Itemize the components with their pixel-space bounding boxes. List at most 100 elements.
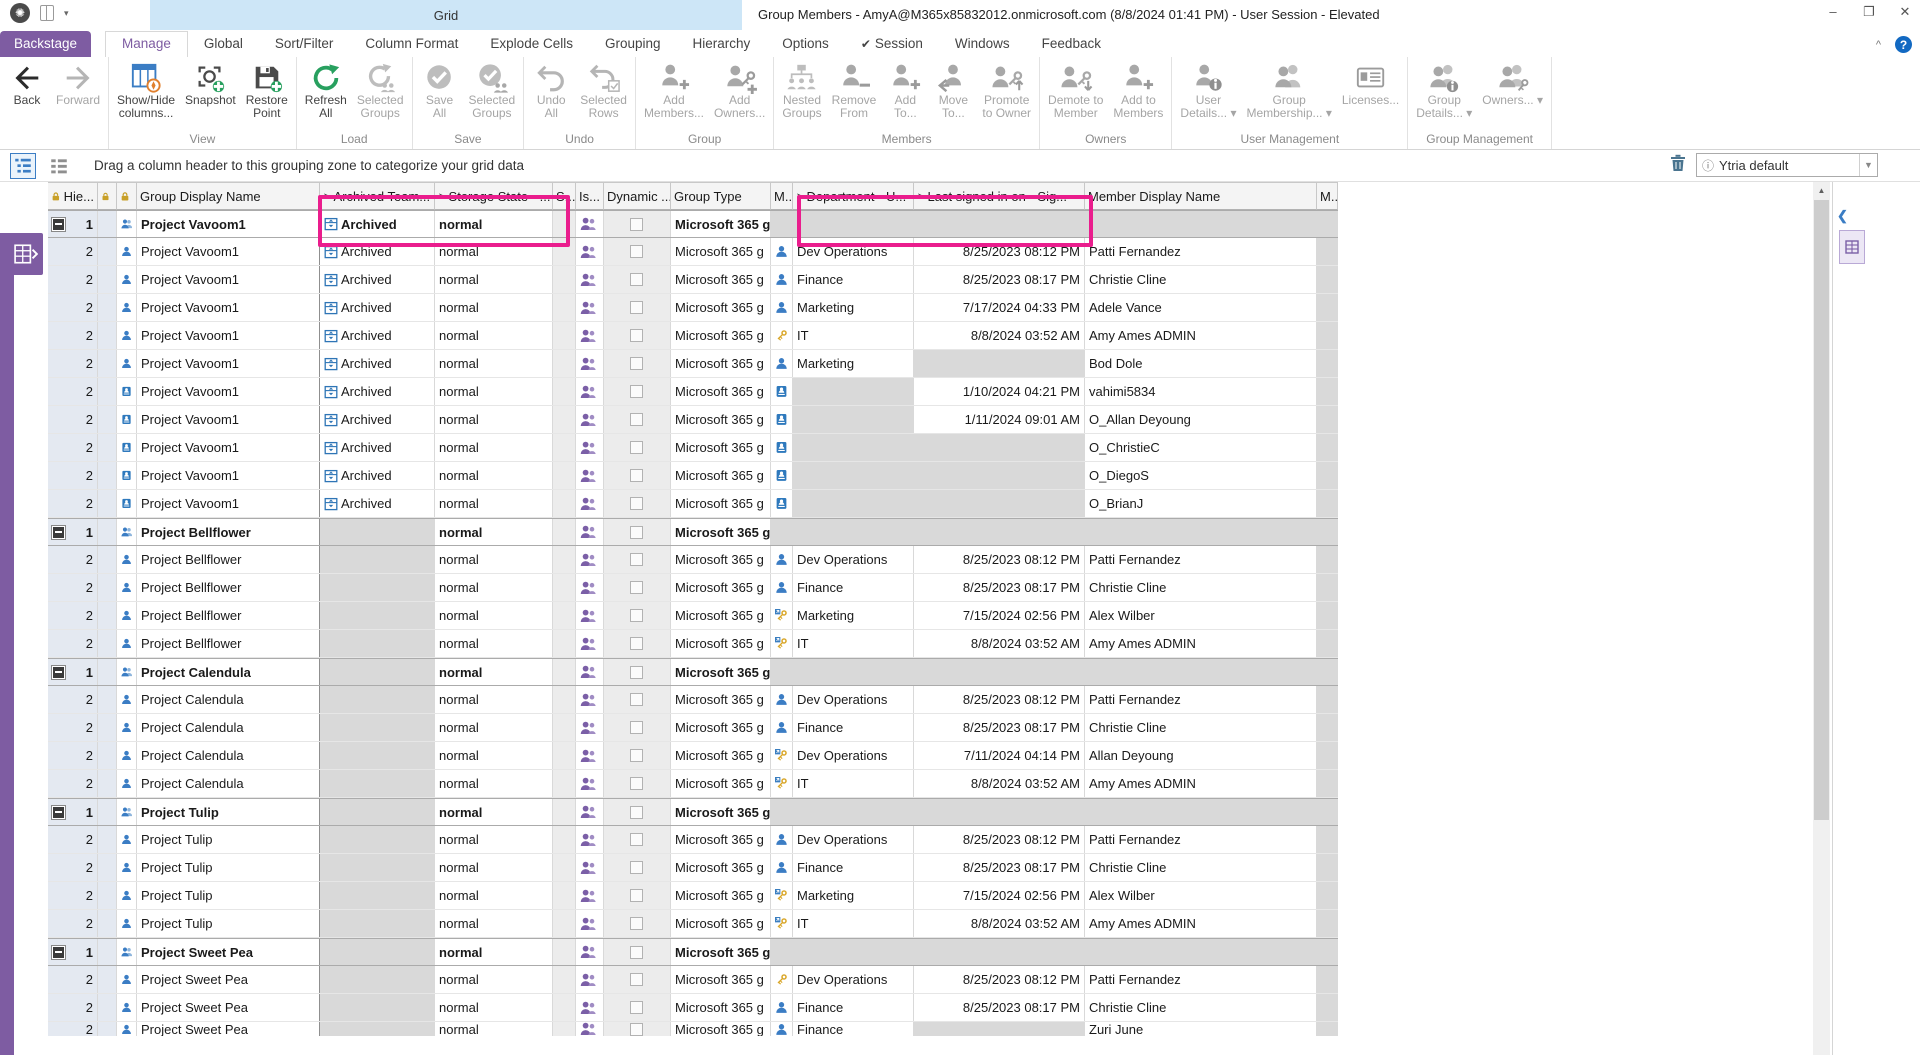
cell-m2[interactable] bbox=[1317, 826, 1338, 853]
collapse-minus-icon[interactable] bbox=[52, 946, 65, 959]
cell-icon[interactable] bbox=[117, 574, 137, 601]
cell-is[interactable] bbox=[576, 826, 604, 853]
cell-dept[interactable] bbox=[793, 939, 914, 965]
cell-dynamic[interactable] bbox=[604, 378, 671, 405]
cell-storage[interactable]: normal bbox=[435, 322, 553, 349]
member-row[interactable]: 2Project Sweet PeanormalMicrosoft 365 gD… bbox=[48, 966, 1338, 994]
cell-dynamic[interactable] bbox=[604, 939, 671, 965]
dynamic-checkbox[interactable] bbox=[630, 273, 643, 286]
cell-s[interactable] bbox=[553, 994, 576, 1021]
dynamic-checkbox[interactable] bbox=[630, 749, 643, 762]
cell-gtype[interactable]: Microsoft 365 g bbox=[671, 322, 771, 349]
member-row[interactable]: 2Project Vavoom1ArchivednormalMicrosoft … bbox=[48, 350, 1338, 378]
cell-gtype[interactable]: Microsoft 365 g bbox=[671, 882, 771, 909]
member-row[interactable]: 2Project TulipnormalMicrosoft 365 gFinan… bbox=[48, 854, 1338, 882]
cell-lock[interactable] bbox=[98, 434, 117, 461]
cell-lock[interactable] bbox=[98, 1022, 117, 1036]
cell-member[interactable]: O_BrianJ bbox=[1085, 490, 1317, 517]
cell-storage[interactable]: normal bbox=[435, 490, 553, 517]
cell-dynamic[interactable] bbox=[604, 462, 671, 489]
cell-dept[interactable] bbox=[793, 659, 914, 685]
dynamic-checkbox[interactable] bbox=[630, 1001, 643, 1014]
dynamic-checkbox[interactable] bbox=[630, 777, 643, 790]
cell-archived[interactable] bbox=[320, 939, 435, 965]
cell-icon[interactable] bbox=[117, 882, 137, 909]
licenses-button[interactable]: Licenses... bbox=[1337, 59, 1404, 108]
cell-is[interactable] bbox=[576, 854, 604, 881]
cell-is[interactable] bbox=[576, 490, 604, 517]
cell-icon[interactable] bbox=[117, 659, 137, 685]
cell-s[interactable] bbox=[553, 742, 576, 769]
column-header-archived[interactable]: ➤Archived Team... bbox=[320, 183, 435, 210]
cell-archived[interactable] bbox=[320, 546, 435, 573]
cell-dynamic[interactable] bbox=[604, 434, 671, 461]
cell-lock[interactable] bbox=[98, 994, 117, 1021]
cell-is[interactable] bbox=[576, 630, 604, 657]
cell-hie[interactable]: 2 bbox=[48, 350, 98, 377]
cell-is[interactable] bbox=[576, 882, 604, 909]
scroll-down-icon[interactable]: ▼ bbox=[1813, 1050, 1830, 1055]
cell-hie[interactable]: 2 bbox=[48, 322, 98, 349]
cell-lock[interactable] bbox=[98, 266, 117, 293]
cell-signed[interactable]: 7/15/2024 02:56 PM bbox=[914, 882, 1085, 909]
tab-windows[interactable]: Windows bbox=[939, 32, 1026, 57]
cell-lock[interactable] bbox=[98, 519, 117, 545]
cell-is[interactable] bbox=[576, 238, 604, 265]
cell-m1[interactable] bbox=[771, 490, 793, 517]
member-row[interactable]: 2Project Vavoom1ArchivednormalMicrosoft … bbox=[48, 490, 1338, 518]
cell-archived[interactable]: Archived bbox=[320, 406, 435, 433]
tab-backstage[interactable]: Backstage bbox=[0, 31, 91, 57]
cell-name[interactable]: Project Tulip bbox=[137, 882, 320, 909]
cell-storage[interactable]: normal bbox=[435, 742, 553, 769]
dynamic-checkbox[interactable] bbox=[630, 666, 643, 679]
member-row[interactable]: 2Project TulipnormalMicrosoft 365 gMarke… bbox=[48, 882, 1338, 910]
cell-m1[interactable] bbox=[771, 462, 793, 489]
cell-is[interactable] bbox=[576, 1022, 604, 1036]
undo-all-button[interactable]: UndoAll bbox=[527, 59, 575, 121]
demote-to-member-button[interactable]: Demote toMember bbox=[1043, 59, 1108, 121]
cell-archived[interactable] bbox=[320, 826, 435, 853]
cell-archived[interactable]: Archived bbox=[320, 238, 435, 265]
cell-is[interactable] bbox=[576, 574, 604, 601]
refresh-all-button[interactable]: RefreshAll bbox=[300, 59, 352, 121]
cell-name[interactable]: Project Vavoom1 bbox=[137, 378, 320, 405]
cell-signed[interactable]: 8/25/2023 08:12 PM bbox=[914, 546, 1085, 573]
grid-manager-icon[interactable] bbox=[9, 233, 43, 275]
cell-dept[interactable]: Finance bbox=[793, 854, 914, 881]
cell-m2[interactable] bbox=[1317, 546, 1338, 573]
cell-lock[interactable] bbox=[98, 630, 117, 657]
cell-member[interactable]: Alex Wilber bbox=[1085, 882, 1317, 909]
cell-signed[interactable] bbox=[914, 1022, 1085, 1036]
cell-m2[interactable] bbox=[1317, 266, 1338, 293]
cell-hie[interactable]: 1 bbox=[48, 519, 98, 545]
cell-lock[interactable] bbox=[98, 406, 117, 433]
member-row[interactable]: 2Project CalendulanormalMicrosoft 365 gI… bbox=[48, 770, 1338, 798]
member-row[interactable]: 2Project Vavoom1ArchivednormalMicrosoft … bbox=[48, 462, 1338, 490]
cell-icon[interactable] bbox=[117, 799, 137, 825]
cell-archived[interactable]: Archived bbox=[320, 350, 435, 377]
dynamic-checkbox[interactable] bbox=[630, 218, 643, 231]
cell-m2[interactable] bbox=[1317, 211, 1338, 237]
cell-is[interactable] bbox=[576, 714, 604, 741]
cell-lock[interactable] bbox=[98, 574, 117, 601]
cell-storage[interactable]: normal bbox=[435, 770, 553, 797]
cell-archived[interactable] bbox=[320, 1022, 435, 1036]
cell-signed[interactable]: 7/15/2024 02:56 PM bbox=[914, 602, 1085, 629]
cell-storage[interactable]: normal bbox=[435, 686, 553, 713]
cell-archived[interactable]: Archived bbox=[320, 378, 435, 405]
cell-m1[interactable] bbox=[771, 546, 793, 573]
cell-lock[interactable] bbox=[98, 742, 117, 769]
group-row[interactable]: 1Project TulipnormalMicrosoft 365 g bbox=[48, 798, 1338, 826]
cell-gtype[interactable]: Microsoft 365 g bbox=[671, 910, 771, 937]
cell-is[interactable] bbox=[576, 406, 604, 433]
cell-dept[interactable] bbox=[793, 434, 914, 461]
cell-member[interactable]: Bod Dole bbox=[1085, 350, 1317, 377]
dynamic-checkbox[interactable] bbox=[630, 357, 643, 370]
cell-m1[interactable] bbox=[771, 686, 793, 713]
remove-from-button[interactable]: RemoveFrom bbox=[827, 59, 882, 121]
cell-hie[interactable]: 2 bbox=[48, 266, 98, 293]
cell-lock[interactable] bbox=[98, 714, 117, 741]
cell-dept[interactable]: Dev Operations bbox=[793, 686, 914, 713]
cell-s[interactable] bbox=[553, 602, 576, 629]
cell-gtype[interactable]: Microsoft 365 g bbox=[671, 378, 771, 405]
